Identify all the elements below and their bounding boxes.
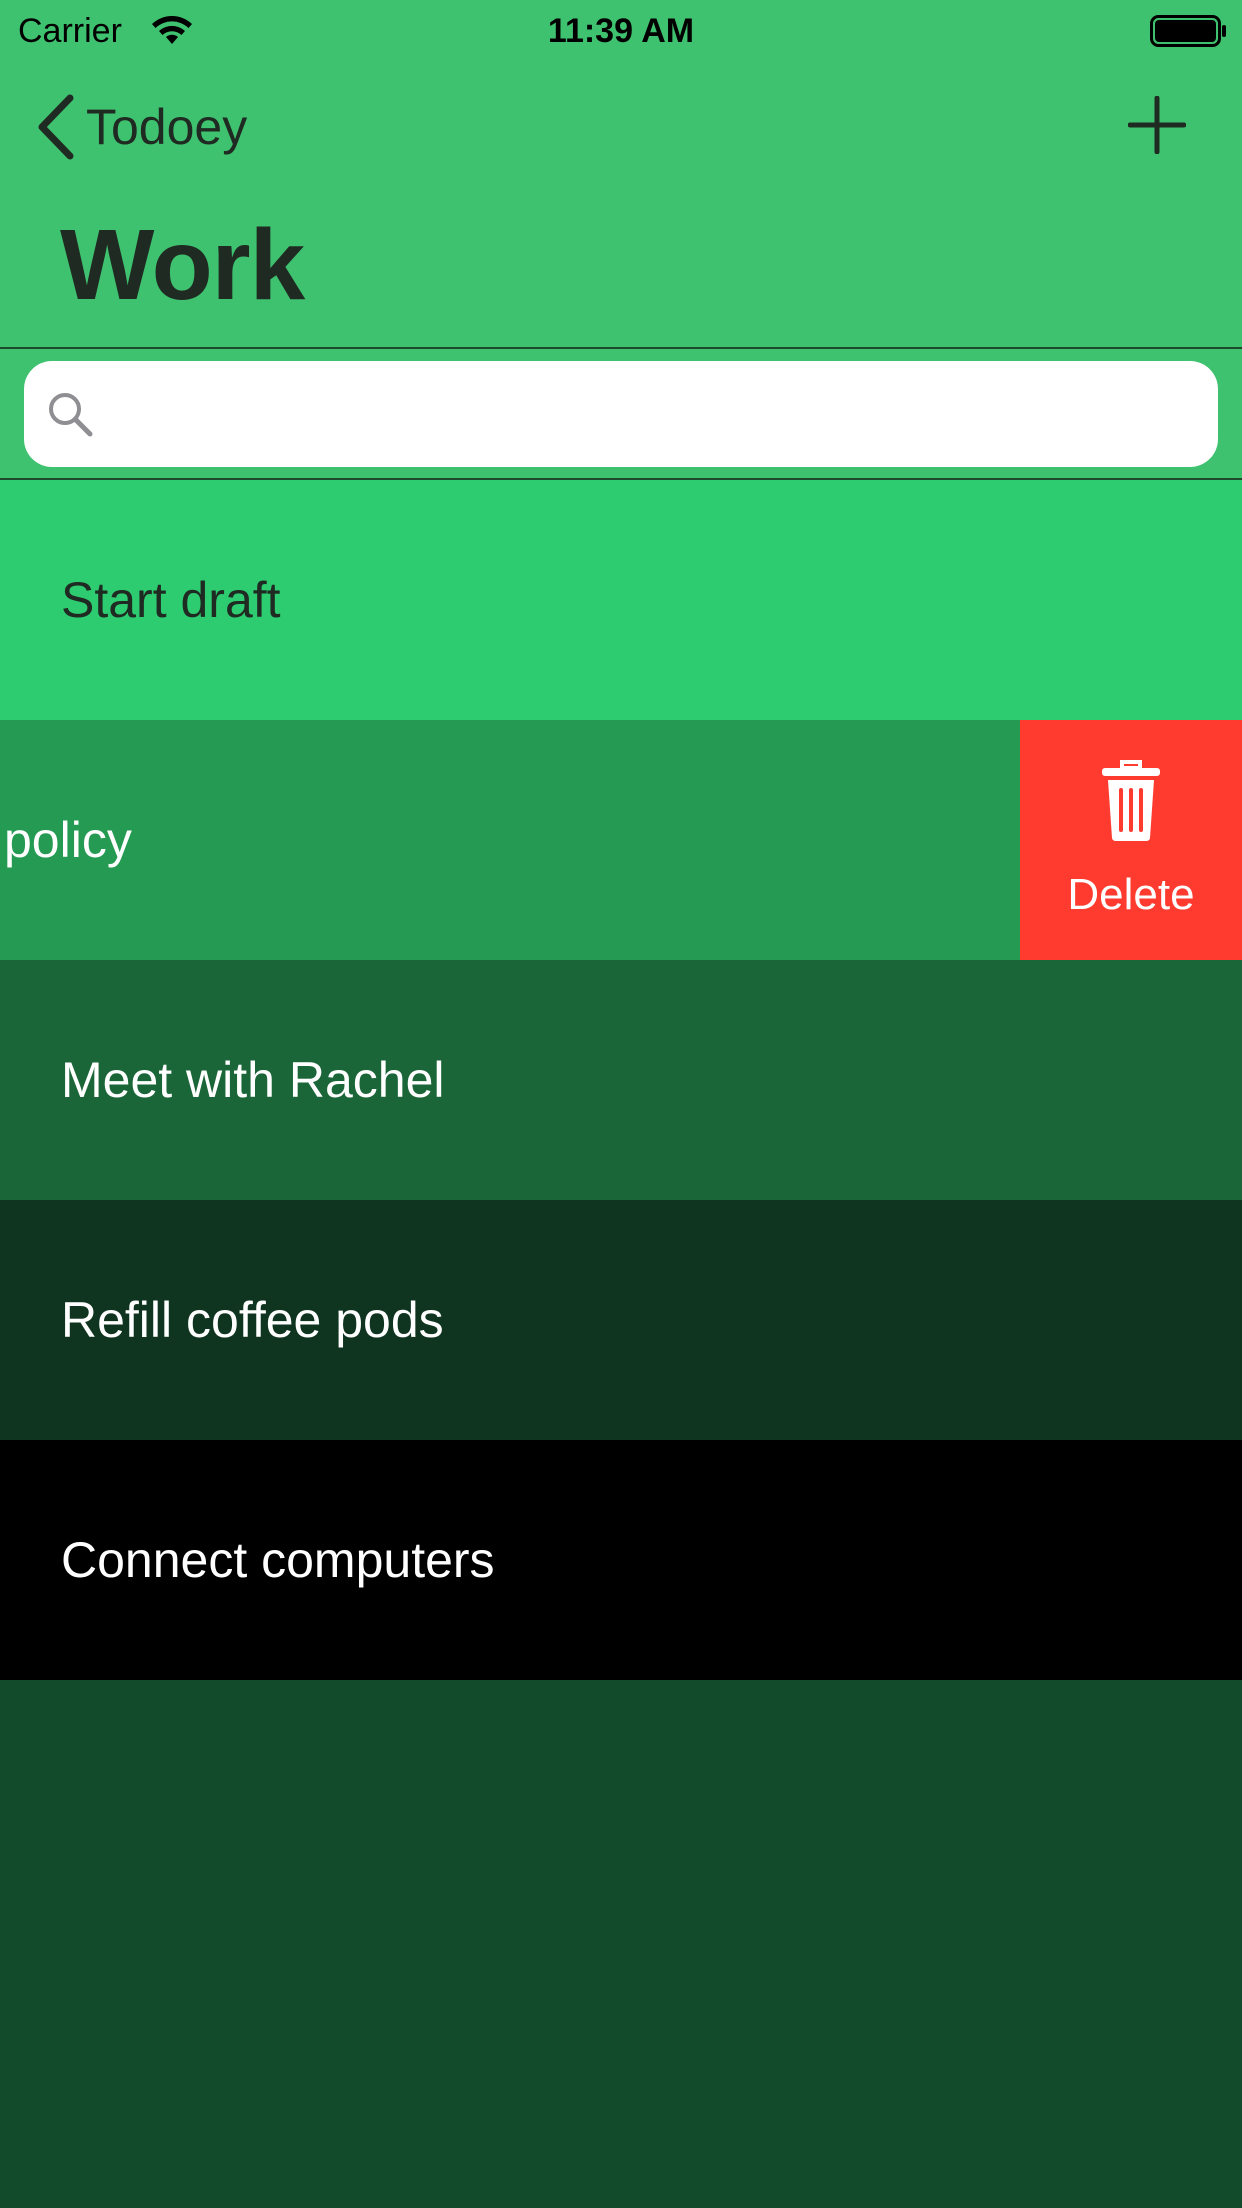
list-item[interactable]: Connect computers <box>0 1440 1242 1680</box>
search-field[interactable] <box>24 361 1218 467</box>
back-button-label: Todoey <box>86 99 248 155</box>
plus-icon[interactable] <box>1128 96 1186 154</box>
back-button[interactable]: Todoey <box>36 92 247 162</box>
delete-button-label: Delete <box>1067 870 1195 919</box>
magnifying-glass-icon <box>49 393 93 437</box>
list-item-swiped[interactable]: policy Delete <box>0 720 1242 960</box>
search-input[interactable] <box>110 373 1218 455</box>
list-item-label: Start draft <box>61 572 281 628</box>
todo-list: Start draft policy Delete Meet with Rach… <box>0 480 1242 1680</box>
page-title: Work <box>60 209 305 321</box>
navigation-header: Carrier 11:39 AM Todoey Work <box>0 0 1242 349</box>
chevron-left-icon <box>38 94 74 160</box>
list-item[interactable]: Refill coffee pods <box>0 1200 1242 1440</box>
list-item-label: policy <box>4 812 132 868</box>
list-item[interactable]: Meet with Rachel <box>0 960 1242 1200</box>
search-bar <box>0 349 1242 480</box>
battery-full-icon <box>1150 15 1226 47</box>
clock: 11:39 AM <box>547 12 695 50</box>
list-item[interactable]: Start draft <box>0 480 1242 720</box>
trash-icon <box>1102 760 1160 841</box>
list-item-label: Meet with Rachel <box>61 1052 445 1108</box>
status-bar: Carrier 11:39 AM <box>0 0 1242 62</box>
delete-button[interactable]: Delete <box>1020 720 1242 960</box>
list-item-label: Refill coffee pods <box>61 1292 444 1348</box>
list-item-label: Connect computers <box>61 1532 495 1588</box>
